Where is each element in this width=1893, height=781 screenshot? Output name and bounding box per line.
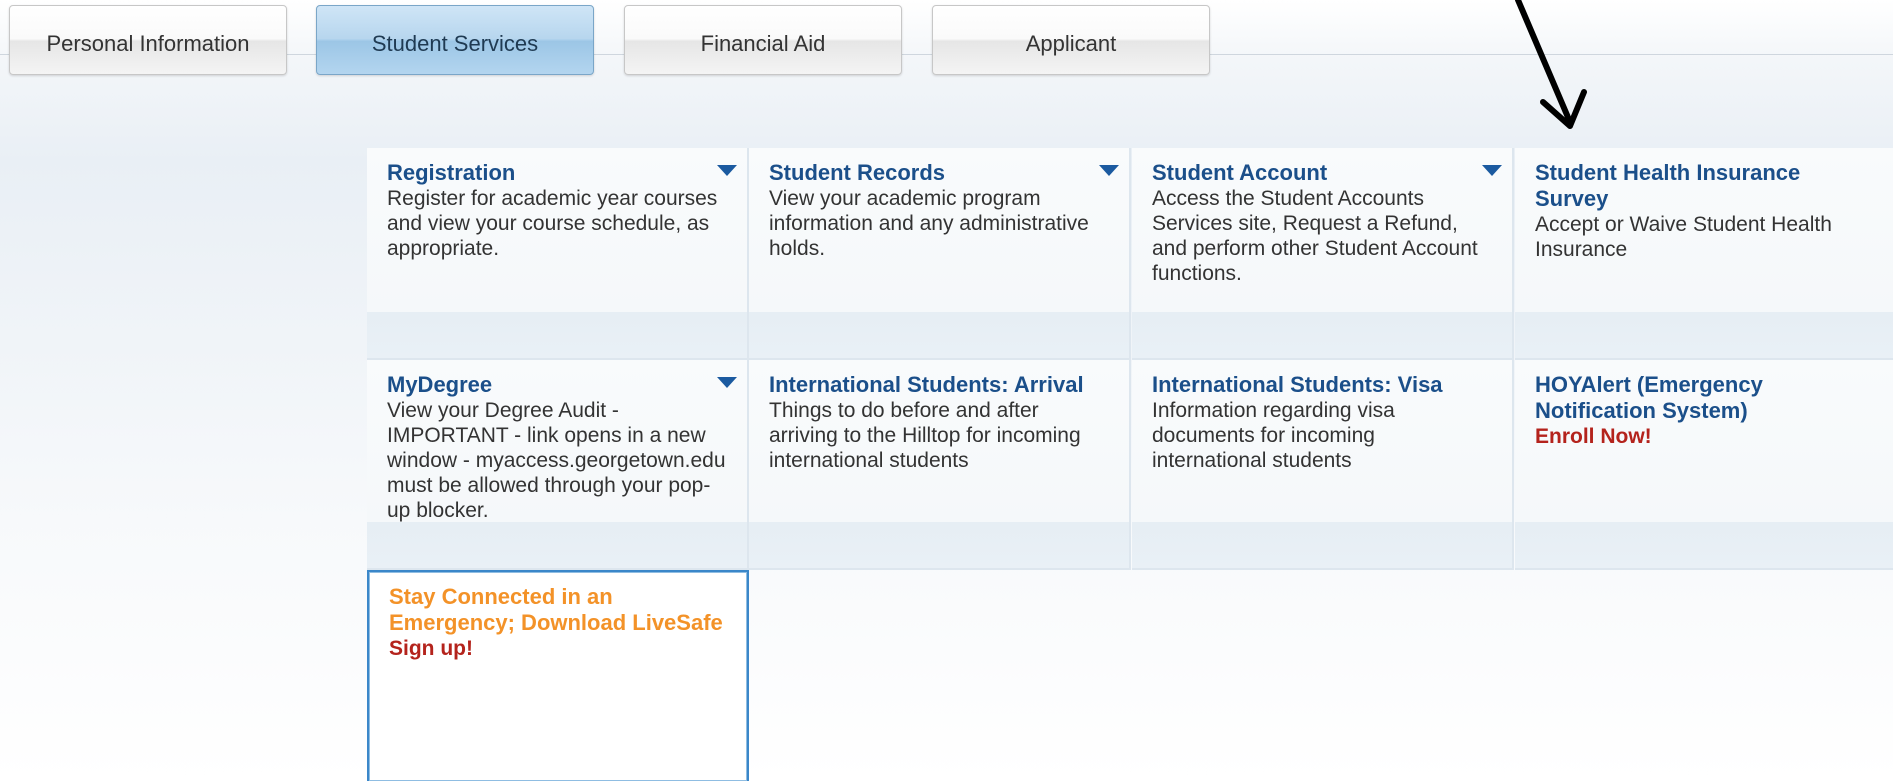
student-services-grid: Registration Register for academic year … — [367, 148, 1893, 781]
arrow-down-icon — [1515, 0, 1587, 129]
service-description: Register for academic year courses and v… — [387, 187, 718, 260]
tab-label: Applicant — [1025, 31, 1117, 56]
service-international-arrival: International Students: Arrival Things t… — [749, 360, 1131, 570]
service-title-link[interactable]: International Students: Arrival — [769, 372, 1109, 398]
service-description: Things to do before and after arriving t… — [769, 399, 1081, 472]
enroll-now-link[interactable]: Enroll Now! — [1535, 424, 1875, 449]
service-title-link[interactable]: Student Records — [769, 160, 1109, 186]
service-international-visa: International Students: Visa Information… — [1132, 360, 1514, 570]
service-livesafe: Stay Connected in an Emergency; Download… — [367, 570, 749, 781]
tab-applicant[interactable]: Applicant — [932, 5, 1210, 75]
service-student-records: Student Records View your academic progr… — [749, 148, 1131, 360]
tab-label: Student Services — [371, 31, 539, 56]
service-description: View your Degree Audit - IMPORTANT - lin… — [387, 399, 726, 522]
dropdown-arrow-icon[interactable] — [717, 165, 737, 176]
service-description: Access the Student Accounts Services sit… — [1152, 187, 1478, 285]
dropdown-arrow-icon[interactable] — [1482, 165, 1502, 176]
service-registration: Registration Register for academic year … — [367, 148, 749, 360]
service-hoyalert: HOYAlert (Emergency Notification System)… — [1515, 360, 1893, 570]
service-description: Accept or Waive Student Health Insurance — [1535, 213, 1832, 261]
sign-up-link[interactable]: Sign up! — [389, 636, 727, 661]
service-student-account: Student Account Access the Student Accou… — [1132, 148, 1514, 360]
service-title-link[interactable]: International Students: Visa — [1152, 372, 1492, 398]
service-mydegree: MyDegree View your Degree Audit - IMPORT… — [367, 360, 749, 570]
dropdown-arrow-icon[interactable] — [717, 377, 737, 388]
dropdown-arrow-icon[interactable] — [1099, 165, 1119, 176]
service-title-link[interactable]: Stay Connected in an Emergency; Download… — [389, 584, 727, 636]
tab-financial-aid[interactable]: Financial Aid — [624, 5, 902, 75]
service-description: Information regarding visa documents for… — [1152, 399, 1395, 472]
service-title-link[interactable]: Registration — [387, 160, 727, 186]
service-health-insurance-survey: Student Health Insurance Survey Accept o… — [1515, 148, 1893, 360]
service-title-link[interactable]: Student Health Insurance Survey — [1535, 160, 1875, 212]
service-title-link[interactable]: HOYAlert (Emergency Notification System) — [1535, 372, 1875, 424]
tab-student-services[interactable]: Student Services — [316, 5, 594, 75]
tab-label: Financial Aid — [700, 31, 826, 56]
tab-personal-information[interactable]: Personal Information — [9, 5, 287, 75]
service-description: View your academic program information a… — [769, 187, 1089, 260]
tab-label: Personal Information — [46, 31, 250, 56]
service-title-link[interactable]: Student Account — [1152, 160, 1492, 186]
service-title-link[interactable]: MyDegree — [387, 372, 727, 398]
